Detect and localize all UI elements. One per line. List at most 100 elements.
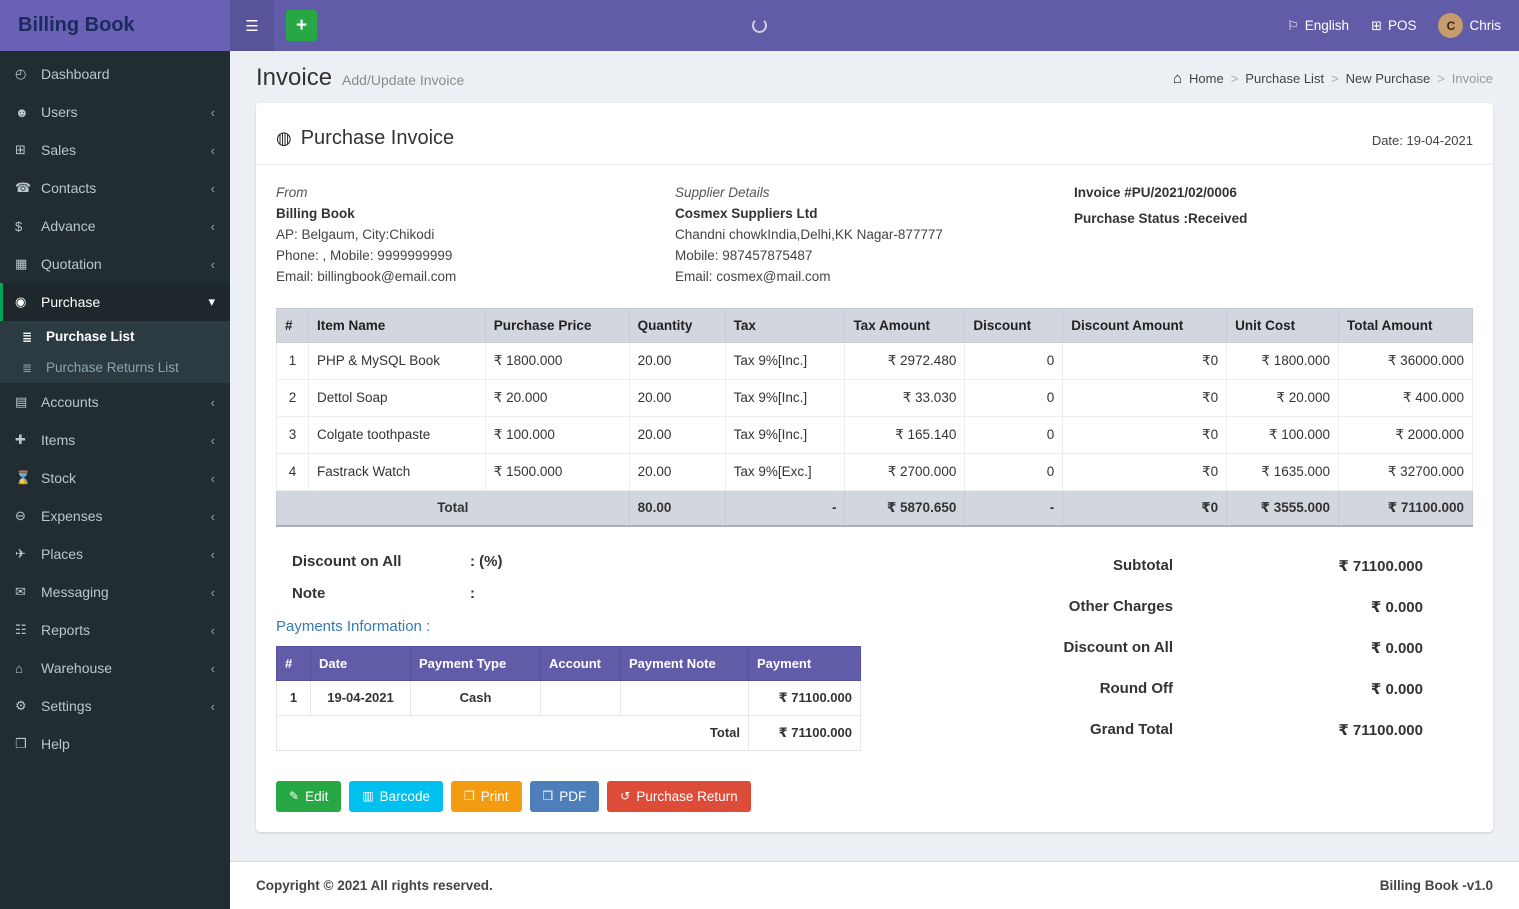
sidebar-item-settings[interactable]: ⚙ Settings ‹ — [0, 687, 230, 725]
sidebar-item-stock[interactable]: ⌛ Stock ‹ — [0, 459, 230, 497]
sidebar-menu: ◴ Dashboard ☻ Users ‹ ⊞ Sales ‹ ☎ Contacts ‹ $ Advan… — [0, 55, 230, 763]
from-address: AP: Belgaum, City:Chikodi — [276, 226, 435, 242]
places-icon: ✈ — [15, 546, 26, 561]
invoice-number: Invoice #PU/2021/02/0006 — [1074, 185, 1237, 200]
item-cell: ₹ 100.000 — [484, 415, 630, 454]
sidebar-item-advance[interactable]: $ Advance ‹ — [0, 207, 230, 245]
sidebar-item-users[interactable]: ☻ Users ‹ — [0, 93, 230, 131]
payments-total-value: ₹ 71100.000 — [748, 714, 861, 751]
add-new-button[interactable]: + — [286, 10, 317, 41]
item-cell: ₹ 100.000 — [1226, 415, 1340, 454]
payments-column-header: Payment Note — [620, 645, 749, 681]
breadcrumb: ⌂ Home > Purchase List > New Purchase > Invoice — [1173, 70, 1493, 87]
item-cell: ₹ 2700.000 — [844, 452, 966, 491]
breadcrumb-separator: > — [1437, 70, 1445, 86]
chevron-icon: ‹ — [210, 546, 215, 562]
purchase-return-button[interactable]: ↺ Purchase Return — [607, 780, 751, 812]
avatar: C — [1438, 13, 1464, 38]
items-column-header: Total Amount — [1338, 307, 1473, 343]
topbar: Billing Book ☰ + ⚐ English ⊞ POS C Chris — [0, 0, 1519, 51]
summary-label: Round Off — [1099, 680, 1173, 698]
navbar-right: ⚐ English ⊞ POS C Chris — [1287, 0, 1519, 51]
breadcrumb-separator: > — [1230, 70, 1239, 86]
sidebar-item-expenses[interactable]: ⊖ Expenses ‹ — [0, 497, 230, 535]
sidebar-item-label: Places — [41, 546, 84, 562]
sidebar-item-label: Stock — [41, 470, 77, 486]
barcode-icon: ▥ — [362, 789, 374, 804]
sidebar-item-purchase-returns-list[interactable]: ≣ Purchase Returns List — [0, 352, 230, 383]
sidebar-item-warehouse[interactable]: ⌂ Warehouse ‹ — [0, 649, 230, 687]
breadcrumb-item-home[interactable]: Home — [1189, 71, 1224, 86]
sidebar-item-purchase[interactable]: ◉ Purchase ▾ — [0, 283, 230, 321]
invoice-meta-block: Invoice #PU/2021/02/0006 Purchase Status… — [1074, 183, 1473, 288]
discount-on-all-value: : (%) — [470, 552, 503, 570]
card-title-text: Purchase Invoice — [300, 127, 455, 149]
sidebar-item-sales[interactable]: ⊞ Sales ‹ — [0, 131, 230, 169]
edit-button[interactable]: ✎ Edit — [276, 780, 342, 812]
card-title: ◍ Purchase Invoice — [276, 127, 454, 150]
navbar-left: ☰ + — [230, 0, 317, 51]
breadcrumb-item-new-purchase[interactable]: New Purchase — [1346, 71, 1431, 86]
item-cell: 2 — [276, 378, 309, 417]
sidebar-item-label: Sales — [41, 142, 77, 158]
item-row: 4 Fastrack Watch ₹ 1500.000 20.00 Tax 9%[Exc… — [276, 452, 1473, 491]
sidebar-item-label: Users — [41, 104, 78, 120]
language-flag-icon: ⚐ — [1287, 17, 1299, 33]
button-label: Edit — [305, 788, 329, 804]
items-table-header-row: # Item Name Purchase Price Quantity Tax Tax A… — [276, 307, 1473, 343]
item-cell: ₹ 36000.000 — [1338, 341, 1473, 380]
sidebar-item-accounts[interactable]: ▤ Accounts ‹ — [0, 383, 230, 421]
sidebar-toggle-button[interactable]: ☰ — [230, 0, 274, 51]
summary-row: Grand Total ₹ 71100.000 — [922, 721, 1423, 739]
breadcrumb-item-purchase-list[interactable]: Purchase List — [1245, 71, 1324, 86]
chevron-icon: ‹ — [210, 432, 215, 448]
user-menu[interactable]: C Chris — [1438, 13, 1501, 38]
pdf-button[interactable]: ❒ PDF — [529, 780, 600, 812]
sidebar-item-quotation[interactable]: ▦ Quotation ‹ — [0, 245, 230, 283]
sidebar-item-label: Items — [41, 432, 76, 448]
pos-button[interactable]: ⊞ POS — [1371, 18, 1416, 34]
sidebar-item-contacts[interactable]: ☎ Contacts ‹ — [0, 169, 230, 207]
item-cell: Tax 9%[Inc.] — [724, 378, 846, 417]
language-menu[interactable]: ⚐ English — [1287, 18, 1349, 34]
loading-spinner-icon — [751, 17, 767, 33]
item-cell: ₹ 20.000 — [1226, 378, 1340, 417]
sidebar-item-help[interactable]: ❒ Help — [0, 725, 230, 763]
item-cell: ₹ 1800.000 — [1226, 341, 1340, 380]
globe-icon: ◍ — [276, 128, 292, 148]
invoice-left-panel: Discount on All : (%) Note : Payments In… — [276, 553, 875, 812]
purchase-icon: ◉ — [15, 294, 27, 309]
sidebar-item-label: Purchase Returns List — [46, 360, 179, 375]
item-cell: 0 — [964, 378, 1064, 417]
stock-icon: ⌛ — [15, 470, 32, 485]
sidebar-item-items[interactable]: ✚ Items ‹ — [0, 421, 230, 459]
chevron-icon: ‹ — [210, 660, 215, 676]
summary-value: ₹ 71100.000 — [1338, 557, 1423, 575]
users-icon: ☻ — [15, 104, 29, 120]
item-cell: 20.00 — [628, 452, 726, 491]
sidebar-submenu-purchase: ≣ Purchase List ≣ Purchase Returns List — [0, 321, 230, 383]
user-name: Chris — [1469, 18, 1501, 33]
print-button[interactable]: ❐ Print — [450, 780, 522, 812]
summary-row: Subtotal ₹ 71100.000 — [922, 557, 1423, 575]
invoice-date: Date: 19-04-2021 — [1371, 133, 1473, 148]
item-cell: ₹ 2000.000 — [1338, 415, 1473, 454]
sidebar-item-purchase-list[interactable]: ≣ Purchase List — [0, 321, 230, 352]
sidebar-item-places[interactable]: ✈ Places ‹ — [0, 535, 230, 573]
item-cell: Tax 9%[Inc.] — [724, 415, 846, 454]
button-label: Barcode — [379, 788, 430, 804]
sidebar-item-reports[interactable]: ☷ Reports ‹ — [0, 611, 230, 649]
sidebar-item-label: Help — [41, 736, 70, 752]
app-logo[interactable]: Billing Book — [0, 0, 230, 51]
from-name: Billing Book — [276, 205, 355, 221]
item-cell: ₹ 2972.480 — [844, 341, 966, 380]
sidebar-item-dashboard[interactable]: ◴ Dashboard — [0, 55, 230, 93]
item-cell: 20.00 — [628, 415, 726, 454]
items-table: # Item Name Purchase Price Quantity Tax Tax A… — [276, 307, 1473, 527]
payment-cell: ₹ 71100.000 — [748, 679, 861, 716]
barcode-button[interactable]: ▥ Barcode — [349, 780, 443, 812]
sidebar: ◴ Dashboard ☻ Users ‹ ⊞ Sales ‹ ☎ Contacts ‹ $ Advan… — [0, 51, 230, 909]
sidebar-item-messaging[interactable]: ✉ Messaging ‹ — [0, 573, 230, 611]
item-cell: ₹0 — [1062, 378, 1228, 417]
supplier-address: Chandni chowkIndia,Delhi,KK Nagar-877777 — [675, 226, 943, 242]
